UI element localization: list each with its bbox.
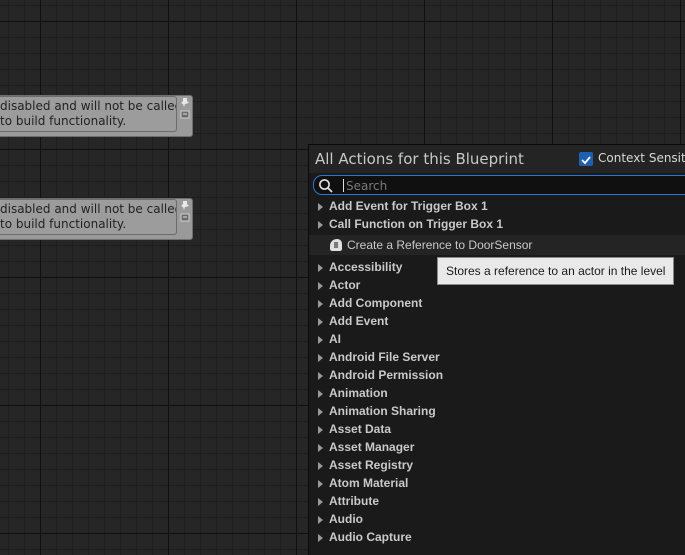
expand-arrow-icon[interactable]	[318, 221, 323, 229]
category-label: Add Event	[329, 314, 389, 328]
expand-arrow-icon[interactable]	[318, 282, 323, 290]
expand-arrow-icon[interactable]	[318, 498, 323, 506]
expand-arrow-icon[interactable]	[318, 462, 323, 470]
checkmark-icon	[581, 156, 591, 165]
category-label: Actor	[329, 278, 361, 292]
category-label: Audio Capture	[329, 530, 412, 544]
category-label: Attribute	[329, 494, 379, 508]
expand-arrow-icon[interactable]	[318, 318, 323, 326]
category-label: Add Component	[329, 296, 423, 310]
expand-arrow-icon[interactable]	[318, 444, 323, 452]
category-label: Asset Registry	[329, 458, 414, 472]
search-box[interactable]	[313, 175, 685, 195]
comment-line-2: to build functionality.	[0, 217, 127, 231]
comment-line-1: disabled and will not be called.	[0, 202, 177, 216]
category-item[interactable]: Audio	[309, 511, 685, 529]
expand-arrow-icon[interactable]	[318, 408, 323, 416]
expand-arrow-icon[interactable]	[318, 534, 323, 542]
expand-arrow-icon[interactable]	[318, 480, 323, 488]
pin-icon[interactable]	[180, 97, 190, 121]
context-sensitive-checkbox[interactable]	[579, 152, 593, 166]
action-item-top[interactable]: Add Event for Trigger Box 1	[309, 198, 685, 216]
expand-arrow-icon[interactable]	[318, 203, 323, 211]
category-label: Android File Server	[329, 350, 440, 364]
category-label: Asset Data	[329, 422, 392, 436]
category-item[interactable]: Attribute	[309, 493, 685, 511]
category-item[interactable]: Android Permission	[309, 367, 685, 385]
expand-arrow-icon[interactable]	[318, 516, 323, 524]
disabled-node-comment: disabled and will not be called. to buil…	[0, 96, 177, 132]
category-item[interactable]: Asset Manager	[309, 439, 685, 457]
category-label: Android Permission	[329, 368, 444, 382]
category-label: Accessibility	[329, 260, 403, 274]
expand-arrow-icon[interactable]	[318, 264, 323, 272]
expand-arrow-icon[interactable]	[318, 390, 323, 398]
category-item[interactable]: AI	[309, 331, 685, 349]
category-item[interactable]: Asset Registry	[309, 457, 685, 475]
disabled-event-node[interactable]: disabled and will not be called. to buil…	[0, 95, 193, 137]
actor-reference-icon	[330, 239, 342, 251]
category-label: Audio	[329, 512, 363, 526]
category-item[interactable]: Atom Material	[309, 475, 685, 493]
blueprint-graph-canvas[interactable]: disabled and will not be called. to buil…	[0, 0, 685, 555]
search-input[interactable]	[344, 177, 666, 194]
tooltip: Stores a reference to an actor in the le…	[437, 257, 675, 285]
category-label: Asset Manager	[329, 440, 415, 454]
category-item[interactable]: Audio Capture	[309, 529, 685, 547]
menu-header: All Actions for this Blueprint Context S…	[309, 145, 685, 173]
menu-title: All Actions for this Blueprint	[315, 150, 524, 168]
category-item[interactable]: Android File Server	[309, 349, 685, 367]
pin-icon[interactable]	[180, 200, 190, 224]
action-item-top[interactable]: Call Function on Trigger Box 1	[309, 216, 685, 234]
category-item[interactable]: Animation	[309, 385, 685, 403]
expand-arrow-icon[interactable]	[318, 300, 323, 308]
action-item-label: Call Function on Trigger Box 1	[329, 217, 504, 231]
category-item[interactable]: Add Component	[309, 295, 685, 313]
comment-line-2: to build functionality.	[0, 114, 127, 128]
expand-arrow-icon[interactable]	[318, 354, 323, 362]
expand-arrow-icon[interactable]	[318, 426, 323, 434]
category-label: AI	[329, 332, 341, 346]
category-item[interactable]: Add Event	[309, 313, 685, 331]
expand-arrow-icon[interactable]	[318, 336, 323, 344]
expand-arrow-icon[interactable]	[318, 372, 323, 380]
action-item-label: Add Event for Trigger Box 1	[329, 199, 488, 213]
search-icon	[319, 179, 333, 193]
category-label: Animation	[329, 386, 388, 400]
category-label: Animation Sharing	[329, 404, 436, 418]
disabled-node-comment: disabled and will not be called. to buil…	[0, 199, 177, 235]
disabled-event-node[interactable]: disabled and will not be called. to buil…	[0, 198, 193, 240]
context-sensitive-label[interactable]: Context Sensitive	[598, 151, 685, 165]
category-item[interactable]: Asset Data	[309, 421, 685, 439]
action-menu: All Actions for this Blueprint Context S…	[308, 144, 685, 555]
category-label: Atom Material	[329, 476, 409, 490]
create-reference-item[interactable]: Create a Reference to DoorSensor	[309, 235, 685, 255]
create-reference-label: Create a Reference to DoorSensor	[347, 238, 533, 252]
comment-line-1: disabled and will not be called.	[0, 99, 177, 113]
category-item[interactable]: Animation Sharing	[309, 403, 685, 421]
